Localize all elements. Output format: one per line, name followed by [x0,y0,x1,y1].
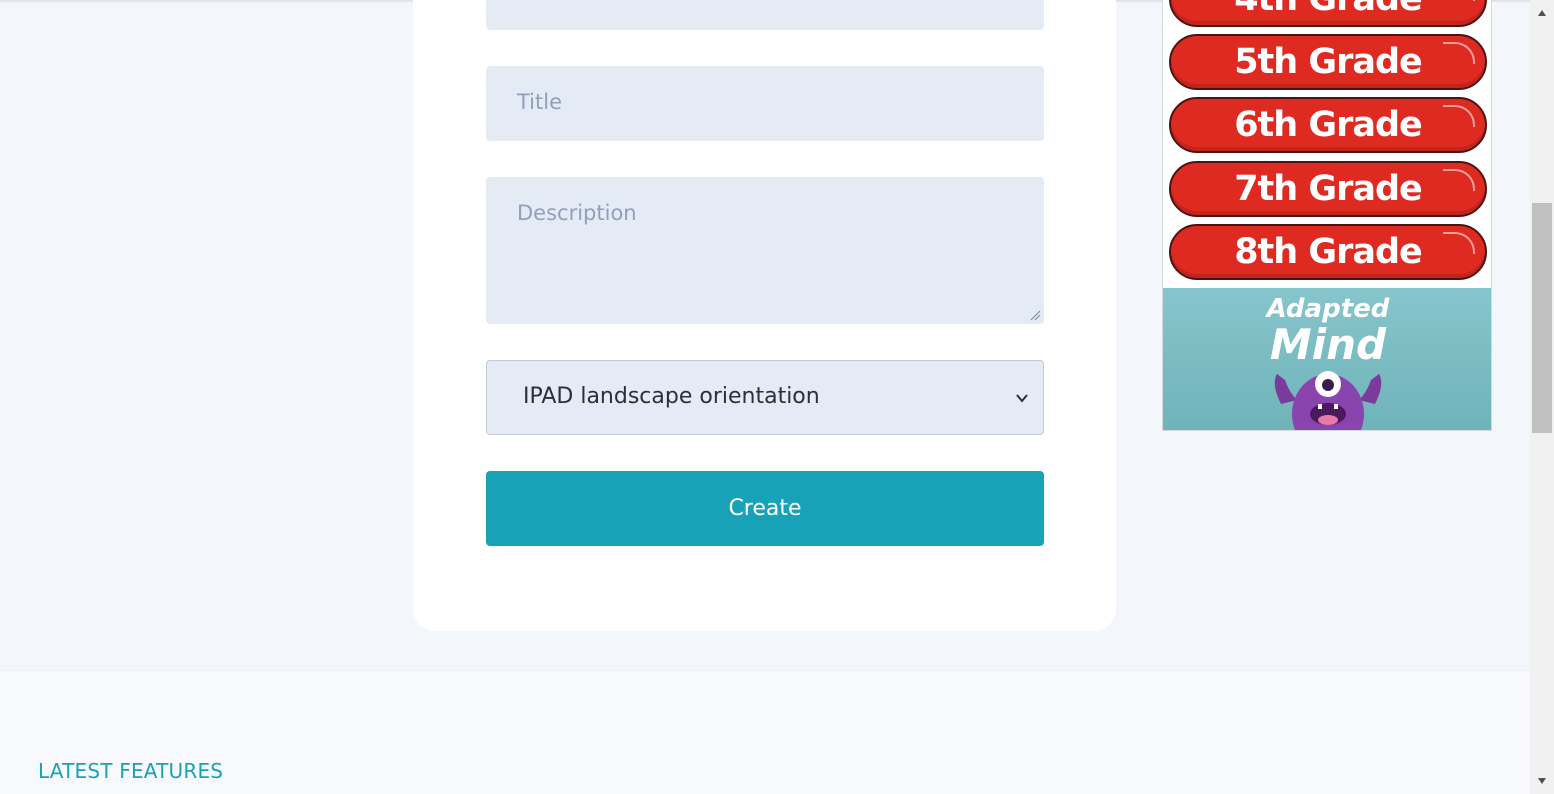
orientation-select[interactable]: IPAD landscape orientation [486,360,1044,435]
grade-button-7th[interactable]: 7th Grade [1169,161,1487,217]
ad-brand-panel[interactable]: Adapted Mind [1163,288,1491,430]
latest-features-heading: LATEST FEATURES [38,759,224,783]
description-placeholder: Description [517,201,637,225]
scroll-up-arrow-icon[interactable] [1537,8,1547,18]
title-placeholder: Title [517,90,563,114]
page-scrollbar[interactable] [1530,0,1554,794]
grade-button-5th[interactable]: 5th Grade [1169,34,1487,90]
previous-input-field[interactable] [486,0,1044,30]
grade-button-4th[interactable]: 4th Grade [1169,0,1487,27]
title-input[interactable]: Title [486,66,1044,141]
chevron-down-icon [1016,394,1028,403]
adaptedmind-ad[interactable]: 4th Grade 5th Grade 6th Grade 7th Grade … [1162,0,1492,431]
scrollbar-thumb[interactable] [1532,203,1552,433]
orientation-selected-value: IPAD landscape orientation [523,384,820,409]
latest-features-section [0,670,1530,794]
page: Title Description IPAD landscape orienta… [0,0,1530,794]
create-button[interactable]: Create [486,471,1044,546]
grade-button-6th[interactable]: 6th Grade [1169,97,1487,153]
scroll-down-arrow-icon[interactable] [1537,776,1547,786]
grade-button-8th[interactable]: 8th Grade [1169,224,1487,280]
monster-mascot-icon [1274,371,1382,430]
description-textarea[interactable]: Description [486,177,1044,324]
resize-grip-icon[interactable] [1029,309,1041,321]
brand-logo-line2: Mind [1269,320,1387,369]
